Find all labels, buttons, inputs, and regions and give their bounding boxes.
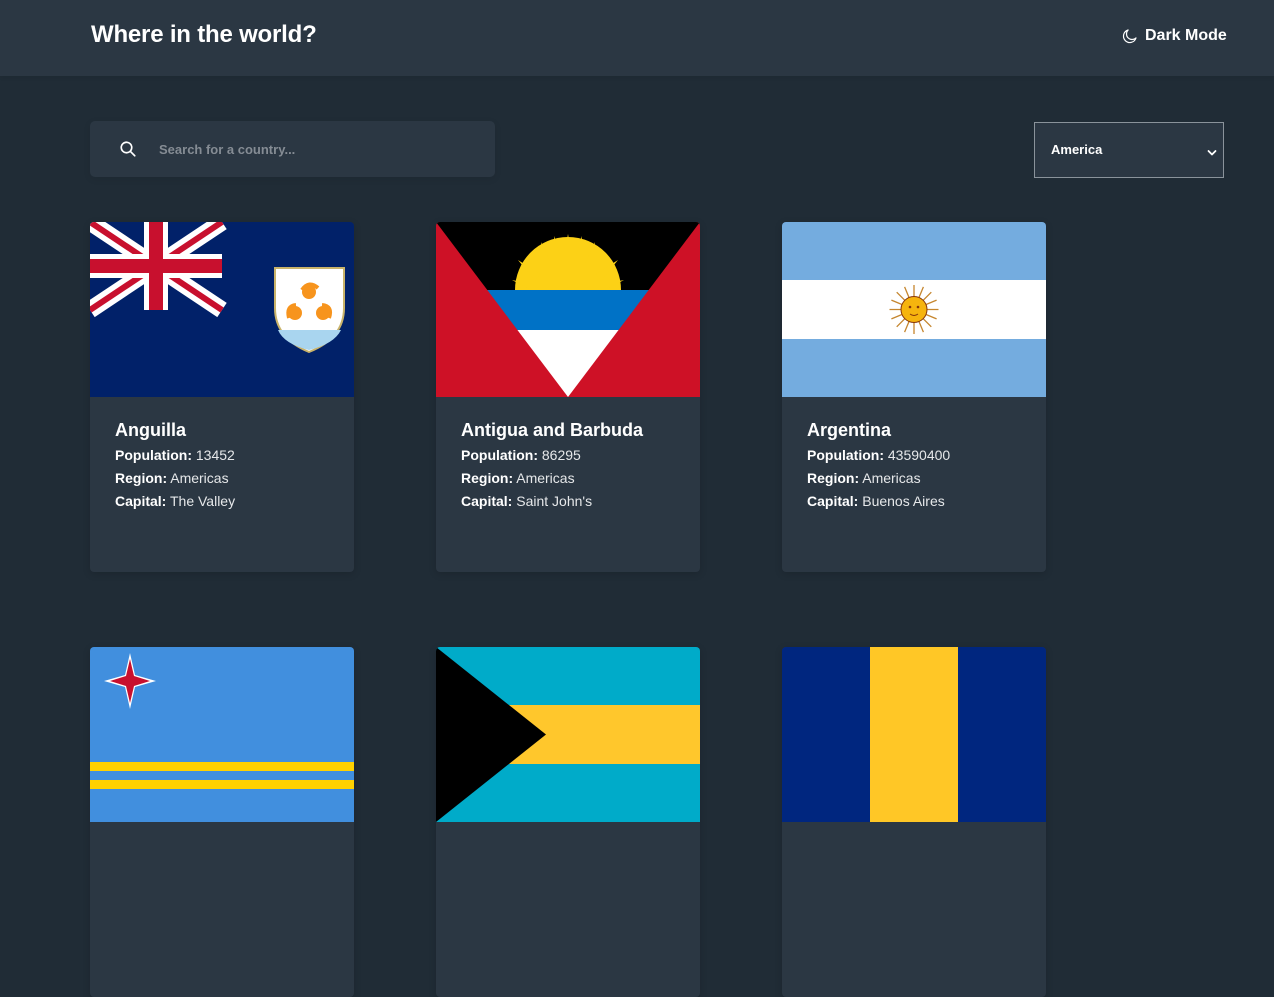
country-card[interactable]	[90, 647, 354, 997]
dark-mode-toggle[interactable]: Dark Mode	[1121, 24, 1227, 48]
region-line: Region: Americas	[461, 469, 575, 487]
region-line: Region: Americas	[807, 469, 921, 487]
barbados-flag	[782, 647, 1046, 822]
country-name: Anguilla	[115, 420, 186, 440]
region-filter-value: America	[1051, 142, 1103, 157]
population-label: Population:	[115, 447, 192, 463]
population-value: 13452	[195, 447, 235, 463]
region-label: Region:	[461, 470, 514, 486]
capital-value: The Valley	[169, 493, 236, 509]
search-input[interactable]	[159, 121, 479, 177]
search-icon	[119, 140, 137, 158]
search-box	[90, 121, 495, 177]
app-title: Where in the world?	[91, 21, 317, 48]
moon-icon	[1121, 27, 1139, 45]
region-label: Region:	[807, 470, 860, 486]
country-card[interactable]	[436, 647, 700, 997]
capital-label: Capital:	[807, 493, 859, 509]
population-label: Population:	[461, 447, 538, 463]
aruba-flag	[90, 647, 354, 822]
country-name: Antigua and Barbuda	[461, 420, 644, 440]
population-label: Population:	[807, 447, 884, 463]
population-value: 86295	[541, 447, 581, 463]
capital-line: Capital: The Valley	[115, 492, 235, 510]
country-card[interactable]: Argentina Population: 43590400 Region: A…	[782, 222, 1046, 572]
population-line: Population: 13452	[115, 446, 235, 464]
capital-label: Capital:	[461, 493, 513, 509]
bahamas-flag	[436, 647, 700, 822]
argentina-flag	[782, 222, 1046, 397]
region-line: Region: Americas	[115, 469, 229, 487]
country-card[interactable]	[782, 647, 1046, 997]
capital-value: Buenos Aires	[862, 493, 945, 509]
country-card[interactable]: Anguilla Population: 13452 Region: Ameri…	[90, 222, 354, 572]
population-line: Population: 86295	[461, 446, 581, 464]
capital-line: Capital: Saint John's	[461, 492, 592, 510]
app-header: Where in the world? Dark Mode	[0, 0, 1274, 76]
region-label: Region:	[115, 470, 168, 486]
region-filter-select[interactable]: America	[1034, 122, 1224, 178]
region-value: Americas	[516, 470, 575, 486]
region-value: Americas	[862, 470, 921, 486]
country-card[interactable]: Antigua and Barbuda Population: 86295 Re…	[436, 222, 700, 572]
population-line: Population: 43590400	[807, 446, 950, 464]
anguilla-flag	[90, 222, 354, 397]
capital-value: Saint John's	[516, 493, 593, 509]
antigua-and-barbuda-flag	[436, 222, 700, 397]
capital-line: Capital: Buenos Aires	[807, 492, 945, 510]
country-name: Argentina	[807, 420, 892, 440]
dark-mode-label: Dark Mode	[1145, 27, 1227, 44]
population-value: 43590400	[887, 447, 951, 463]
chevron-down-icon	[1207, 145, 1217, 163]
capital-label: Capital:	[115, 493, 167, 509]
region-value: Americas	[170, 470, 229, 486]
